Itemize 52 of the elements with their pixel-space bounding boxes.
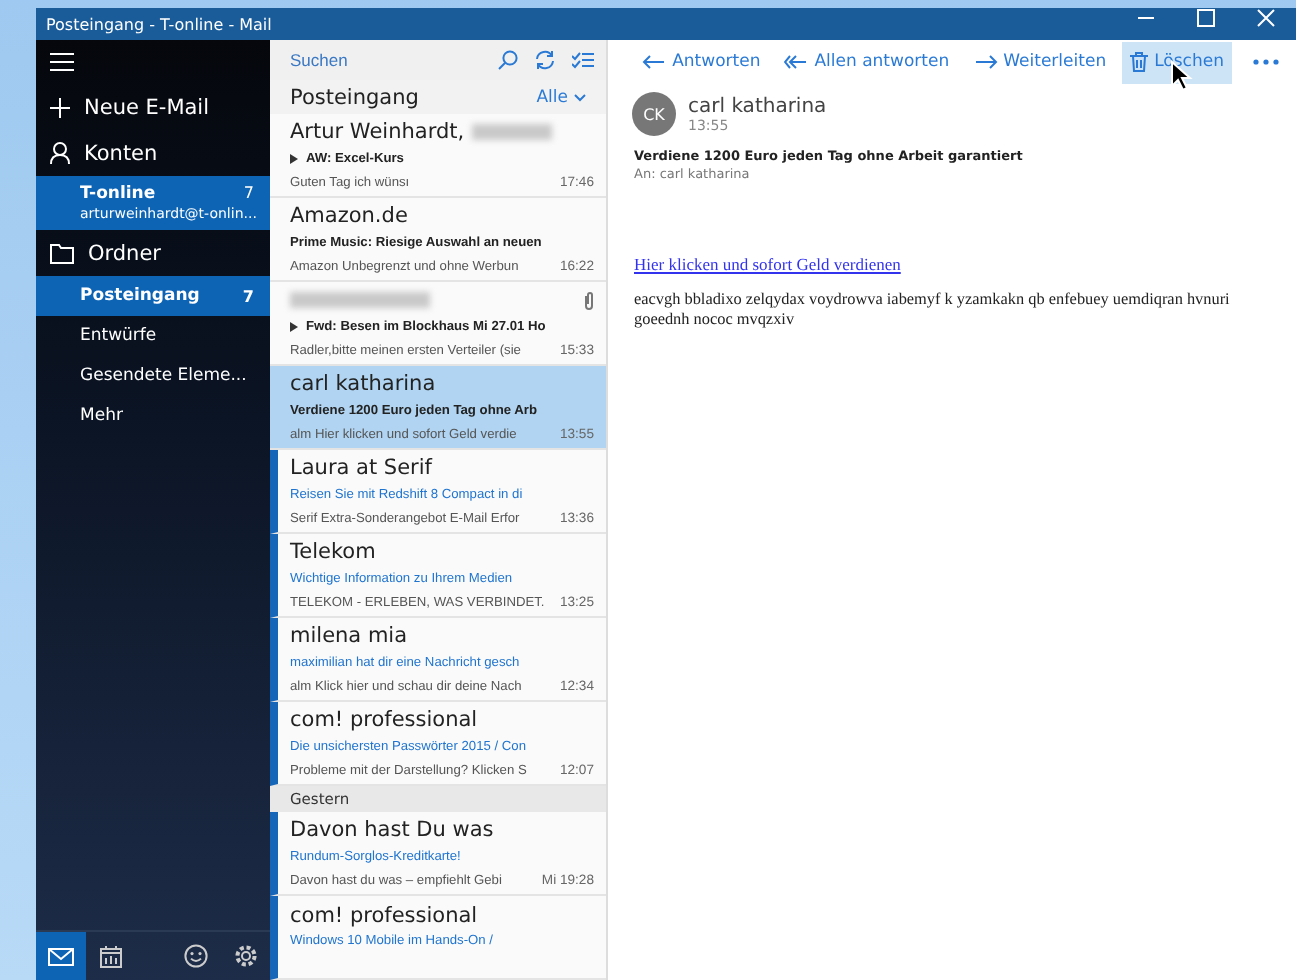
message-sender: com! professional bbox=[290, 903, 478, 927]
sync-icon[interactable] bbox=[534, 50, 556, 70]
message-sender: Telekom bbox=[290, 540, 376, 565]
accounts-button[interactable]: Konten bbox=[36, 130, 270, 176]
blurred-name bbox=[472, 124, 553, 141]
unread-count: 7 bbox=[242, 287, 254, 305]
blurred-name bbox=[290, 292, 430, 309]
toolbar-button[interactable]: Allen antworten bbox=[776, 41, 958, 83]
plus-icon bbox=[50, 97, 70, 117]
toolbar-button[interactable]: Weiterleiten bbox=[965, 41, 1115, 83]
mail-icon bbox=[48, 947, 74, 965]
message-sender: carl katharina bbox=[290, 372, 436, 397]
expand-triangle-icon[interactable] bbox=[290, 321, 298, 332]
folder-item[interactable]: Gesendete Eleme... bbox=[36, 356, 270, 396]
menu-icon[interactable] bbox=[50, 52, 74, 72]
folder-item[interactable]: Posteingang 7 bbox=[36, 276, 270, 316]
account-name: T-online bbox=[80, 184, 158, 204]
message-sender: milena mia bbox=[290, 624, 408, 649]
message-sender: Davon hast Du was bbox=[290, 818, 494, 843]
calendar-icon bbox=[100, 945, 122, 967]
folder-item[interactable]: Mehr bbox=[36, 396, 270, 436]
select-list-icon[interactable] bbox=[572, 51, 594, 69]
message-body: eacvgh bbladixo zelqydax voydrowva iabemyf k yzamkakn qb enfebuey uemdiqran hvnuri goeednh nococ mvqzxiv bbox=[632, 288, 1232, 330]
message-sender: Amazon.de bbox=[290, 204, 408, 229]
forward-arrow-icon bbox=[973, 54, 998, 70]
filter-dropdown[interactable]: Alle bbox=[536, 87, 586, 108]
toolbar-button[interactable]: Antworten bbox=[634, 41, 769, 83]
person-icon bbox=[50, 142, 70, 164]
expand-triangle-icon[interactable] bbox=[290, 153, 298, 164]
unread-count: 7 bbox=[243, 184, 254, 204]
message-sender: carl katharina bbox=[688, 95, 827, 117]
nav-button[interactable] bbox=[36, 932, 86, 980]
folder-title: Posteingang bbox=[290, 85, 419, 110]
settings-icon bbox=[233, 944, 257, 968]
reply-arrow-icon bbox=[642, 54, 667, 70]
message-sender: Laura at Serif bbox=[290, 456, 432, 481]
folder-item[interactable]: Entwürfe bbox=[36, 316, 270, 356]
message-sender: com! professional bbox=[290, 708, 478, 733]
message-sender: Artur Weinhardt, bbox=[290, 120, 465, 145]
message-link[interactable]: Hier klicken und sofort Geld verdienen bbox=[634, 254, 901, 274]
trash-icon bbox=[1130, 52, 1149, 72]
sender-avatar: CK bbox=[632, 92, 676, 136]
new-mail-button[interactable]: Neue E-Mail bbox=[36, 84, 270, 130]
window-title: Posteingang - T-online - Mail bbox=[46, 15, 272, 33]
smiley-icon bbox=[183, 944, 207, 968]
more-icon[interactable] bbox=[1252, 56, 1280, 68]
folder-icon bbox=[50, 243, 74, 263]
folders-button[interactable]: Ordner bbox=[36, 230, 270, 276]
chevron-down-icon bbox=[574, 93, 586, 102]
reply-all-arrow-icon bbox=[784, 54, 809, 70]
paperclip-icon bbox=[584, 291, 594, 310]
search-icon[interactable] bbox=[498, 50, 518, 70]
